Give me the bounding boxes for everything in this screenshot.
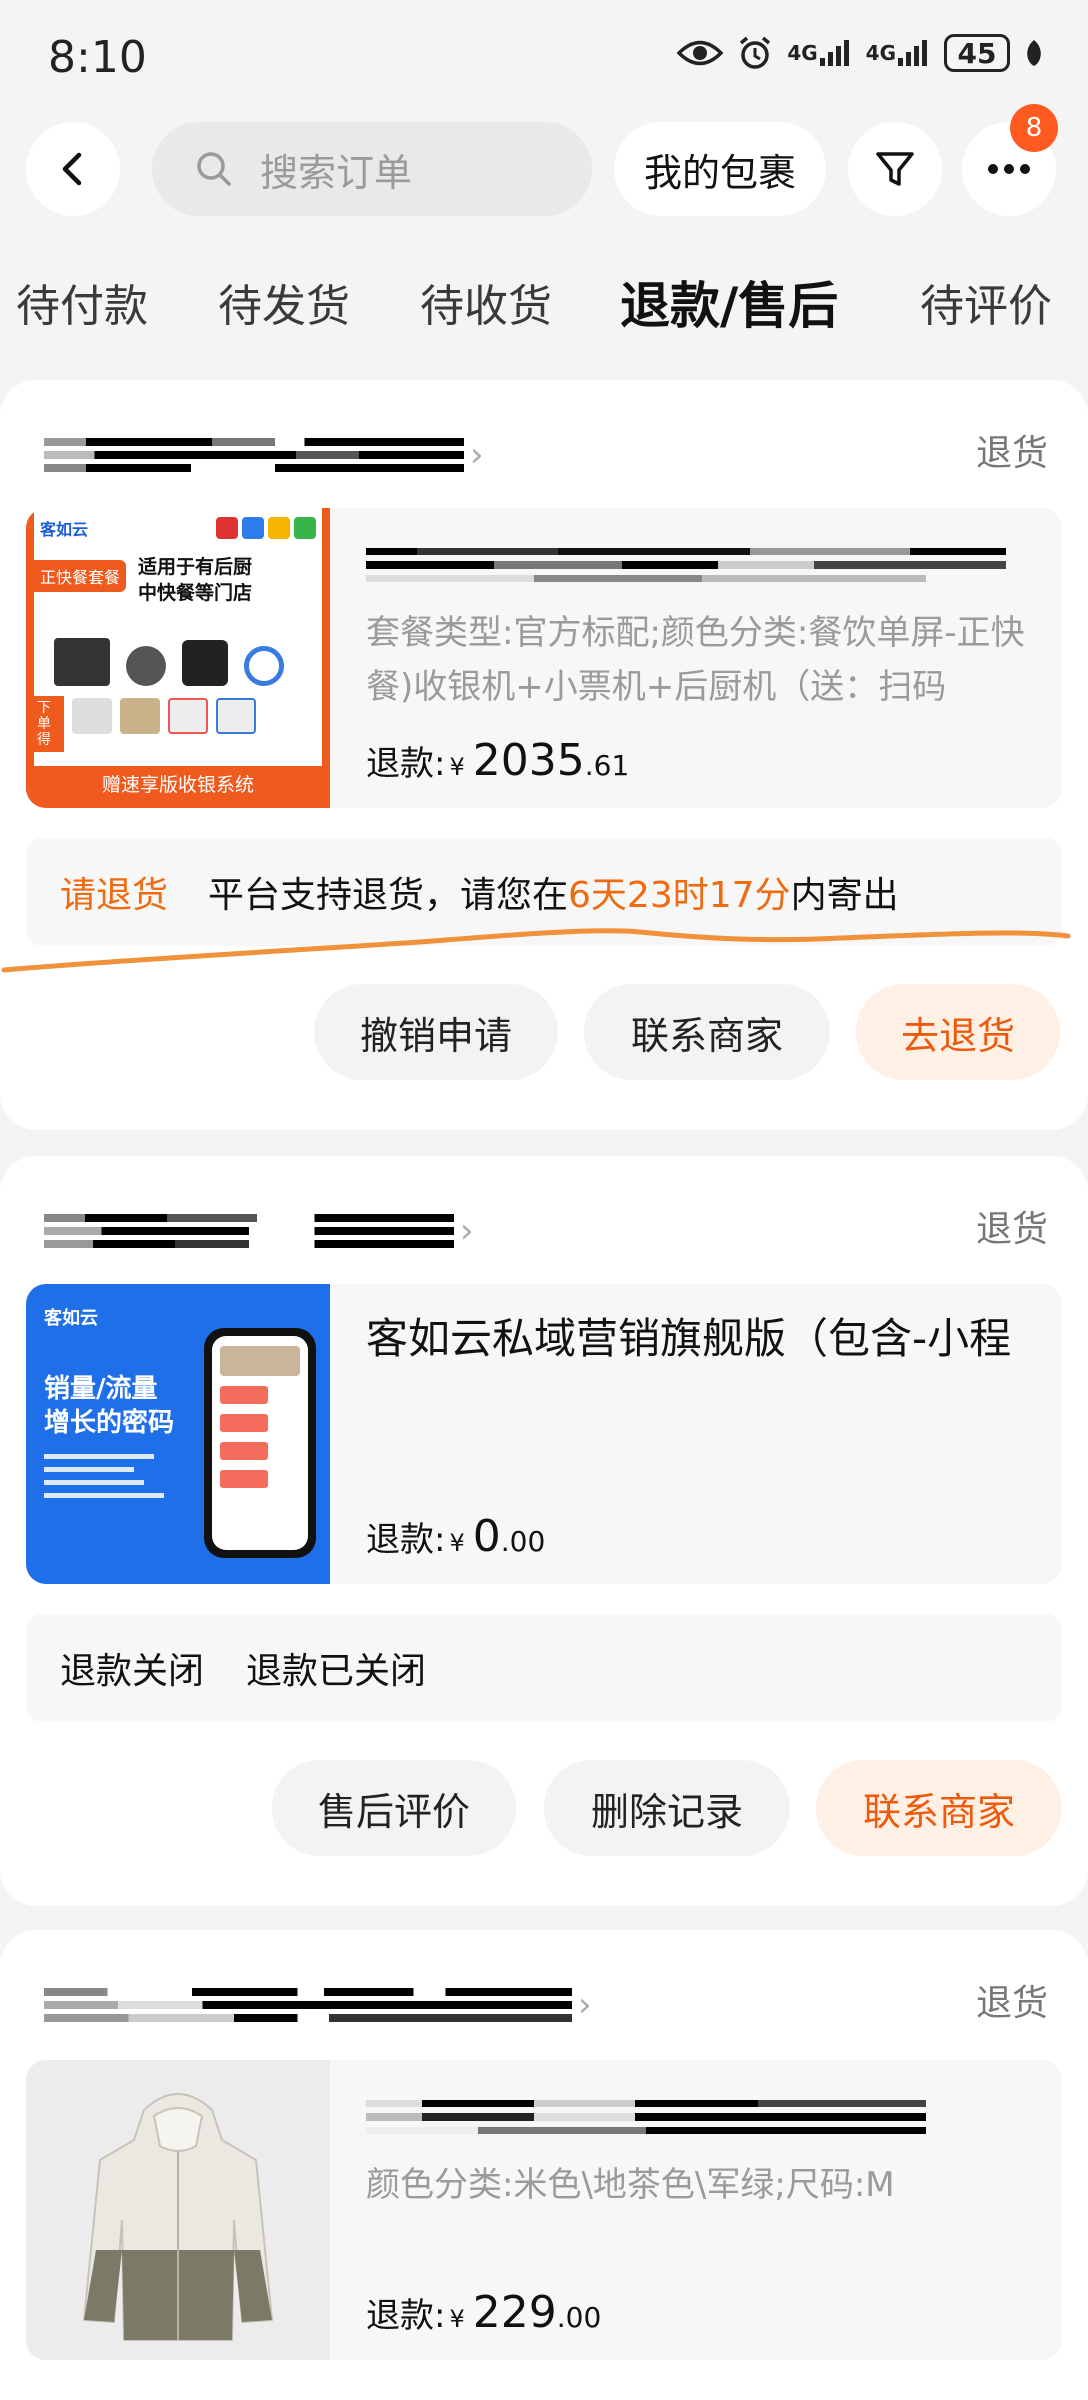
chevron-right-icon: › <box>470 435 484 475</box>
signal-icon: 4G <box>787 38 851 68</box>
shop-name-redacted[interactable]: › <box>44 430 484 480</box>
contact-seller-button[interactable]: 联系商家 <box>816 1760 1062 1856</box>
battery-icon: 45 <box>944 34 1010 72</box>
more-icon <box>988 164 1030 174</box>
search-icon <box>197 152 231 186</box>
refund-status: 退款关闭 <box>60 1651 205 1692</box>
product-row[interactable]: 颜色分类:米色\地茶色\军绿;尺码:M 退款: ¥ 229 .00 <box>26 2060 1062 2360</box>
product-image: 客如云 正快餐套餐 适用于有后厨 中快餐等门店 下单得 赠速享版收银系统 <box>26 508 330 808</box>
brand-logo: 客如云 <box>40 520 89 539</box>
feature-lines <box>44 1454 164 1498</box>
back-button[interactable] <box>26 122 120 216</box>
my-packages-button[interactable]: 我的包裹 <box>614 122 826 216</box>
notice-text: 退款已关闭 <box>246 1651 427 1692</box>
brand-logo: 客如云 <box>44 1308 98 1329</box>
product-tag: 正快餐套餐 <box>34 560 127 592</box>
shop-name-redacted[interactable]: › <box>44 1206 474 1256</box>
phone-mockup <box>204 1328 316 1558</box>
aftersale-review-button[interactable]: 售后评价 <box>272 1760 516 1856</box>
notice-text: 平台支持退货，请您在 <box>208 875 569 916</box>
filter-icon <box>876 152 914 186</box>
chevron-right-icon: › <box>460 1211 474 1251</box>
status-time: 8:10 <box>48 32 147 83</box>
annotation-underline <box>1 928 1071 973</box>
contact-seller-button[interactable]: 联系商家 <box>584 984 830 1080</box>
search-placeholder: 搜索订单 <box>260 150 413 195</box>
delete-record-button[interactable]: 删除记录 <box>544 1760 790 1856</box>
jacket-image <box>82 2093 274 2341</box>
refund-notice[interactable]: 退款关闭 退款已关闭 <box>26 1614 1062 1722</box>
product-row[interactable]: 客如云 正快餐套餐 适用于有后厨 中快餐等门店 下单得 赠速享版收银系统 套餐类… <box>26 508 1062 808</box>
filter-button[interactable] <box>848 122 942 216</box>
refund-status: 请退货 <box>60 875 169 916</box>
chevron-right-icon: › <box>578 1985 592 2025</box>
order-tabs: 待付款 待发货 待收货 退款/售后 待评价 <box>0 270 1088 350</box>
top-nav: 搜索订单 我的包裹 8 <box>0 104 1088 218</box>
product-footer-banner: 赠速享版收银系统 <box>26 766 330 800</box>
eye-icon <box>677 38 724 68</box>
back-arrow-icon <box>62 152 82 186</box>
refund-type-label: 退货 <box>975 433 1048 474</box>
notice-text-suffix: 内寄出 <box>790 875 899 916</box>
product-image: 客如云 销量/流量 增长的密码 <box>26 1284 330 1584</box>
more-button[interactable]: 8 <box>962 104 1058 216</box>
shop-name-redacted[interactable]: › <box>44 1980 592 2030</box>
cancel-request-button[interactable]: 撤销申请 <box>314 984 558 1080</box>
product-sku: 套餐类型:官方标配;颜色分类:餐饮单屏-正快餐)收银机+小票机+后厨机（送：扫码 <box>366 613 1025 707</box>
deadline-countdown: 6天23时17分 <box>568 875 791 916</box>
signal-icon: 4G <box>866 38 930 68</box>
leaf-icon <box>1024 38 1044 68</box>
status-icons: 4G 4G 45 <box>677 34 1044 72</box>
refund-amount: 退款: ¥ 0 .00 <box>366 1511 546 1562</box>
refund-type-label: 退货 <box>975 1983 1048 2024</box>
tab-pending-payment[interactable]: 待付款 <box>16 270 148 334</box>
status-bar: 8:10 4G 4G 45 <box>0 0 1088 110</box>
product-name-redacted <box>366 2100 1006 2134</box>
order-card: › 退货 客如云 正快餐套餐 适用于有后厨 中快餐等门店 下单得 赠速享版收银系… <box>0 380 1088 1130</box>
return-goods-button[interactable]: 去退货 <box>856 984 1060 1080</box>
device-illustrations <box>54 614 314 686</box>
tab-pending-receipt[interactable]: 待收货 <box>420 270 552 334</box>
product-headline: 销量/流量 增长的密码 <box>44 1374 175 1438</box>
product-name-redacted <box>366 548 1006 582</box>
tab-pending-review[interactable]: 待评价 <box>920 270 1052 334</box>
product-cta: 下单得 <box>34 696 64 752</box>
order-card: › 退货 颜色分类:米色\地茶色\军绿;尺码:M 退款: ¥ 229 .00 <box>0 1930 1088 2400</box>
refund-type-label: 退货 <box>975 1209 1048 1250</box>
refund-amount: 退款: ¥ 2035 .61 <box>366 735 630 786</box>
order-card: › 退货 客如云 销量/流量 增长的密码 客如云私域营销旗舰版（包含-小程 退款… <box>0 1156 1088 1906</box>
product-row[interactable]: 客如云 销量/流量 增长的密码 客如云私域营销旗舰版（包含-小程 退款: ¥ 0… <box>26 1284 1062 1584</box>
product-name: 客如云私域营销旗舰版（包含-小程 <box>366 1314 1012 1363</box>
tab-pending-shipment[interactable]: 待发货 <box>218 270 350 334</box>
product-headline: 适用于有后厨 中快餐等门店 <box>138 556 253 604</box>
tab-refund-aftersale[interactable]: 退款/售后 <box>620 266 838 338</box>
search-input[interactable]: 搜索订单 <box>152 122 592 216</box>
gift-items <box>72 698 256 734</box>
refund-amount: 退款: ¥ 229 .00 <box>366 2287 602 2338</box>
alarm-icon <box>737 35 773 71</box>
product-image <box>26 2060 330 2360</box>
notification-badge: 8 <box>1010 104 1058 152</box>
product-sku: 颜色分类:米色\地茶色\军绿;尺码:M <box>366 2165 895 2205</box>
